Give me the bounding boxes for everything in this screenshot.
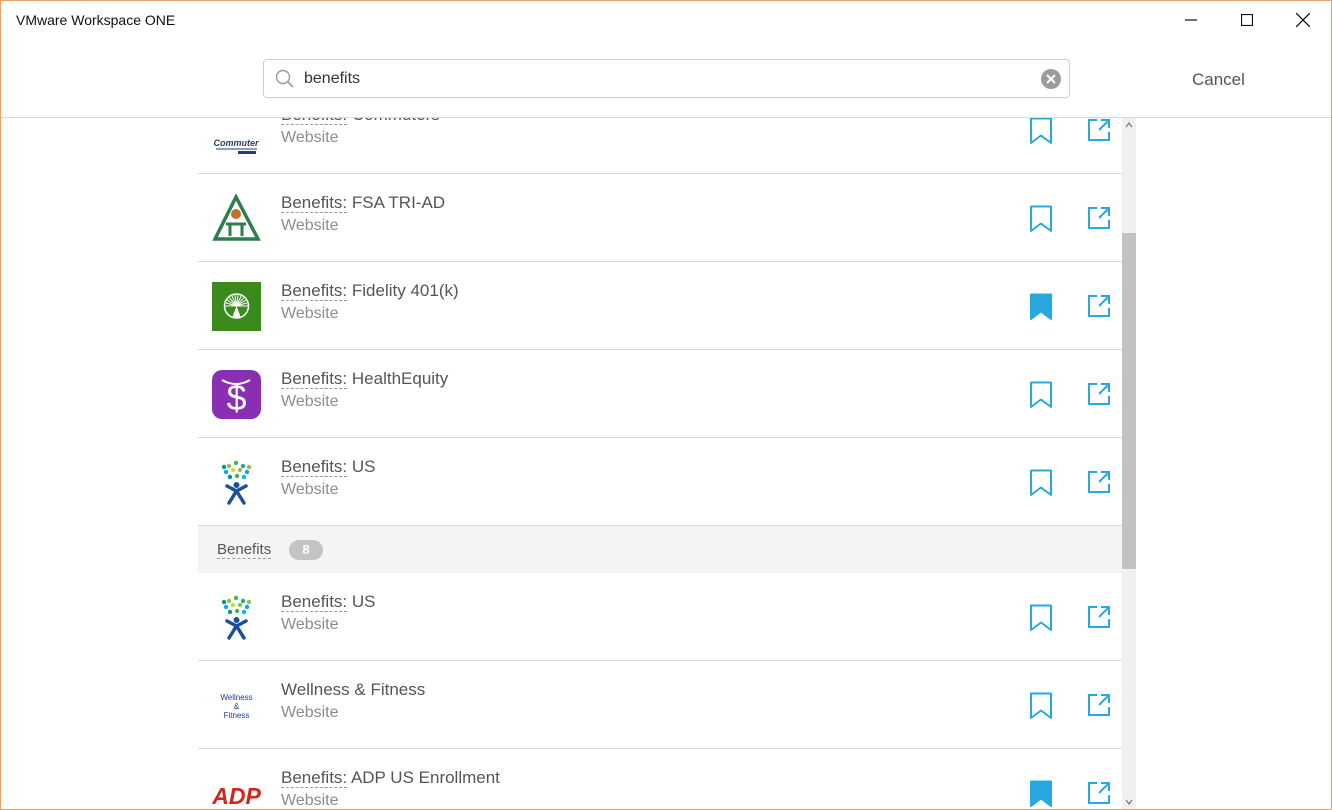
- bookmark-filled-icon[interactable]: [1029, 293, 1053, 321]
- scrollbar[interactable]: [1122, 118, 1136, 809]
- title-prefix: Benefits:: [281, 281, 348, 301]
- list-item[interactable]: ADP Benefits: ADP US Enrollment Website: [198, 749, 1122, 809]
- title-prefix: Benefits:: [281, 369, 348, 389]
- list-item[interactable]: Wellness & Fitness Wellness & Fitness Webs…: [198, 661, 1122, 749]
- maximize-button[interactable]: [1219, 1, 1275, 39]
- results-list: Commuter Benefits: Commuters Website Ben…: [198, 118, 1122, 809]
- item-title[interactable]: Benefits: ADP US Enrollment: [281, 768, 500, 788]
- scrollbar-thumb[interactable]: [1122, 233, 1136, 569]
- list-item[interactable]: Benefits: US Website: [198, 573, 1122, 661]
- item-title[interactable]: Benefits: HealthEquity: [281, 369, 448, 389]
- bookmark-icon[interactable]: [1029, 692, 1053, 720]
- title-bar: VMware Workspace ONE: [1, 1, 1331, 39]
- item-type: Website: [281, 481, 339, 498]
- adp-logo: ADP: [212, 769, 261, 809]
- list-item[interactable]: Commuter Benefits: Commuters Website: [198, 118, 1122, 174]
- open-external-icon[interactable]: [1086, 293, 1112, 319]
- search-icon: [275, 69, 294, 88]
- open-external-icon[interactable]: [1086, 604, 1112, 630]
- item-type: Website: [281, 217, 339, 234]
- svg-text:&: &: [234, 702, 240, 711]
- item-title[interactable]: Wellness & Fitness: [281, 680, 425, 700]
- close-window-button[interactable]: [1275, 1, 1331, 39]
- title-rest: Wellness & Fitness: [281, 680, 426, 699]
- healthequity-logo: $: [212, 370, 261, 419]
- title-prefix: Benefits:: [281, 193, 348, 213]
- item-type: Website: [281, 704, 339, 721]
- benefits-us-logo: [212, 593, 261, 642]
- group-label: Benefits: [217, 541, 272, 559]
- bookmark-filled-icon[interactable]: [1029, 780, 1053, 808]
- open-external-icon[interactable]: [1086, 780, 1112, 806]
- title-prefix: Benefits:: [281, 457, 348, 477]
- cancel-button[interactable]: Cancel: [1192, 70, 1245, 90]
- maximize-icon: [1241, 14, 1253, 26]
- bookmark-icon[interactable]: [1029, 604, 1053, 632]
- title-rest: HealthEquity: [347, 369, 449, 388]
- app-window: VMware Workspace ONE Cancel Commuter: [0, 0, 1332, 810]
- clear-search-button[interactable]: [1041, 69, 1061, 89]
- open-external-icon[interactable]: [1086, 469, 1112, 495]
- window-title: VMware Workspace ONE: [16, 12, 176, 28]
- minimize-button[interactable]: [1163, 1, 1219, 39]
- title-prefix: Benefits:: [281, 592, 348, 612]
- title-rest: ADP US Enrollment: [347, 768, 500, 787]
- title-rest: US: [347, 592, 376, 611]
- list-item[interactable]: Benefits: FSA TRI-AD Website: [198, 174, 1122, 262]
- item-title[interactable]: Benefits: US: [281, 592, 376, 612]
- wellness-fitness-logo: Wellness & Fitness: [212, 681, 261, 730]
- title-rest: US: [347, 457, 376, 476]
- title-prefix: Benefits:: [281, 768, 348, 788]
- scroll-down-icon[interactable]: [1125, 798, 1133, 806]
- item-type: Website: [281, 616, 339, 633]
- clear-icon: [1046, 74, 1056, 84]
- title-prefix: Benefits:: [281, 118, 348, 125]
- close-icon: [1296, 13, 1310, 27]
- list-item[interactable]: Benefits: US Website: [198, 438, 1122, 526]
- open-external-icon[interactable]: [1086, 381, 1112, 407]
- scroll-up-icon[interactable]: [1125, 121, 1133, 129]
- bookmark-icon[interactable]: [1029, 469, 1053, 497]
- search-box[interactable]: [263, 59, 1070, 98]
- item-type: Website: [281, 305, 339, 322]
- benefits-us-logo: [212, 458, 261, 507]
- list-item[interactable]: $ Benefits: HealthEquity Website: [198, 350, 1122, 438]
- bookmark-icon[interactable]: [1029, 381, 1053, 409]
- list-item[interactable]: Benefits: Fidelity 401(k) Website: [198, 262, 1122, 350]
- bookmark-icon[interactable]: [1029, 118, 1053, 145]
- title-rest: FSA TRI-AD: [347, 193, 446, 212]
- group-count-badge: 8: [289, 540, 323, 560]
- item-title[interactable]: Benefits: US: [281, 457, 376, 477]
- bookmark-icon[interactable]: [1029, 205, 1053, 233]
- search-header: Cancel: [1, 39, 1331, 118]
- svg-text:Wellness: Wellness: [220, 693, 252, 702]
- item-type: Website: [281, 393, 339, 410]
- commuter-benefit-solutions-logo: Commuter: [212, 118, 261, 155]
- item-type: Website: [281, 792, 339, 809]
- open-external-icon[interactable]: [1086, 118, 1112, 143]
- tri-ad-logo: [212, 194, 261, 243]
- search-input[interactable]: [304, 66, 1024, 92]
- svg-text:Commuter: Commuter: [213, 138, 259, 148]
- item-type: Website: [281, 129, 339, 146]
- minimize-icon: [1185, 19, 1197, 21]
- svg-text:Fitness: Fitness: [224, 711, 250, 720]
- item-title[interactable]: Benefits: Fidelity 401(k): [281, 281, 459, 301]
- fidelity-logo: [212, 282, 261, 331]
- item-title[interactable]: Benefits: Commuters: [281, 118, 440, 125]
- svg-text:ADP: ADP: [212, 783, 261, 809]
- item-title[interactable]: Benefits: FSA TRI-AD: [281, 193, 445, 213]
- title-rest: Commuters: [347, 118, 440, 124]
- title-rest: Fidelity 401(k): [347, 281, 459, 300]
- group-header[interactable]: Benefits 8: [198, 526, 1122, 573]
- open-external-icon[interactable]: [1086, 205, 1112, 231]
- open-external-icon[interactable]: [1086, 692, 1112, 718]
